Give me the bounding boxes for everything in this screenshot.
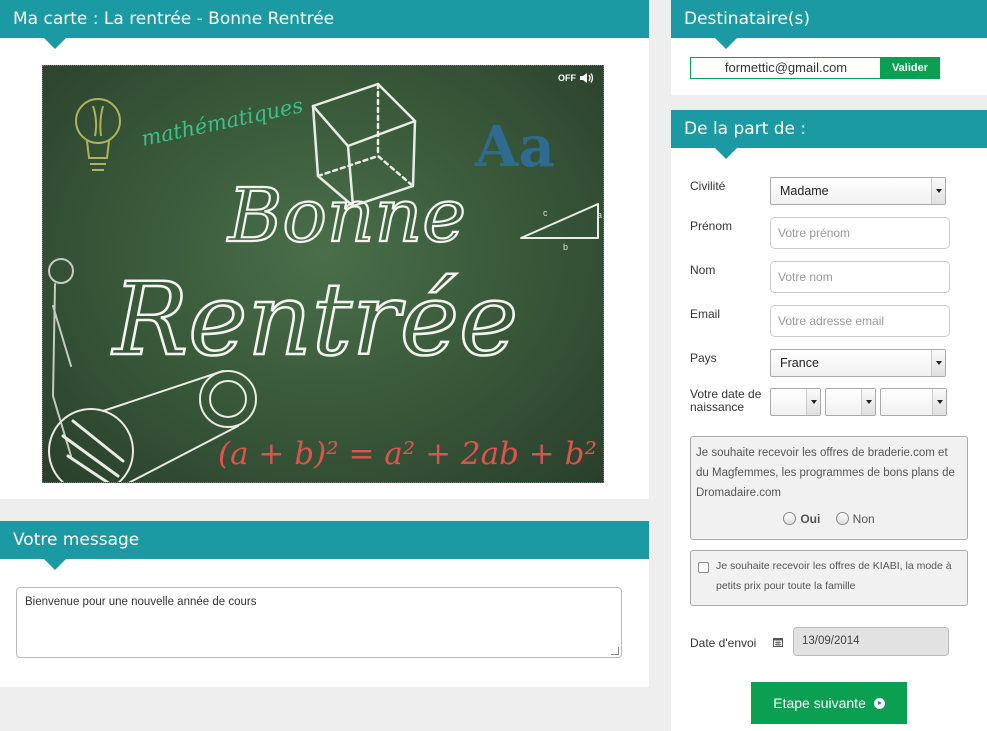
offers-yes-option[interactable]: Oui — [783, 512, 823, 526]
sound-off-label: OFF — [558, 73, 576, 83]
resize-grip-icon[interactable] — [611, 647, 619, 655]
birth-year-select[interactable] — [880, 388, 947, 416]
birthdate-label: Votre date de naissance — [690, 387, 762, 414]
offers-no-option[interactable]: Non — [835, 512, 875, 526]
aa-letters: Aa — [474, 114, 555, 180]
country-value: France — [780, 356, 819, 370]
civility-select[interactable]: Madame — [770, 177, 946, 205]
lightbulb-doodle — [75, 98, 121, 171]
card-panel: Ma carte : La rentrée - Bonne Rentrée Aa… — [0, 0, 649, 499]
send-date-label: Date d'envoi — [690, 636, 757, 650]
calendar-icon[interactable] — [773, 637, 783, 647]
chevron-down-icon — [931, 178, 945, 204]
recipients-panel: Destinataire(s) formettic@gmail.com Vali… — [671, 0, 987, 95]
lastname-input[interactable]: Votre nom — [770, 261, 950, 293]
message-text: Bienvenue pour une nouvelle année de cou… — [25, 596, 257, 608]
triangle-label-a: a — [597, 210, 602, 220]
card-header-title: Ma carte : La rentrée - Bonne Rentrée — [13, 9, 335, 29]
message-panel: Votre message Bienvenue pour une nouvell… — [0, 521, 649, 687]
civility-value: Madame — [780, 184, 829, 198]
header-arrow — [715, 148, 737, 159]
chevron-down-icon — [806, 389, 820, 415]
partner-offers-text: Je souhaite recevoir les offres de brade… — [696, 447, 955, 499]
sender-header: De la part de : — [671, 110, 987, 159]
chevron-down-icon — [861, 389, 875, 415]
triangle-label-c: c — [543, 208, 548, 218]
chalk-word-bonne: Bonne — [226, 173, 466, 259]
chevron-down-icon — [932, 389, 946, 415]
recipients-header-title: Destinataire(s) — [684, 9, 810, 29]
country-label: Pays — [690, 351, 717, 365]
stick-figure-doodle — [48, 258, 74, 457]
subject-word: mathématiques — [139, 93, 305, 151]
offers-no-label: Non — [852, 512, 875, 526]
sender-header-title: De la part de : — [684, 119, 807, 139]
header-arrow — [715, 38, 737, 49]
kiabi-offers-box: Je souhaite recevoir les offres de KIABI… — [690, 550, 968, 606]
birth-day-select[interactable] — [770, 388, 821, 416]
sender-panel: De la part de : Civilité Madame Prénom V… — [671, 110, 987, 731]
card-image[interactable]: Aa mathématiques c b a Bonne Rentrée (a … — [42, 65, 604, 483]
card-header: Ma carte : La rentrée - Bonne Rentrée — [0, 0, 649, 49]
kiabi-checkbox[interactable] — [698, 562, 709, 573]
sound-toggle[interactable]: OFF — [558, 72, 595, 84]
validate-button[interactable]: Valider — [880, 57, 940, 79]
triangle-label-b: b — [563, 242, 568, 252]
message-header: Votre message — [0, 521, 649, 570]
email-label: Email — [690, 307, 721, 321]
country-select[interactable]: France — [770, 349, 946, 377]
chalk-formula: (a + b)² = a² + 2ab + b² — [218, 436, 597, 472]
message-textarea[interactable]: Bienvenue pour une nouvelle année de cou… — [16, 587, 622, 658]
offers-radio-group: Oui Non — [696, 509, 962, 529]
kiabi-offers-text: Je souhaite recevoir les offres de KIABI… — [716, 560, 952, 592]
recipient-email-input[interactable]: formettic@gmail.com — [690, 57, 881, 79]
message-header-title: Votre message — [13, 530, 140, 550]
partner-offers-box: Je souhaite recevoir les offres de brade… — [690, 436, 968, 540]
next-step-label: Etape suivante — [773, 695, 866, 711]
civility-label: Civilité — [690, 179, 726, 193]
chalkboard-drawing: Aa mathématiques c b a Bonne Rentrée (a … — [48, 82, 602, 482]
header-arrow — [44, 38, 66, 49]
arrow-right-circle-icon — [873, 698, 885, 709]
birth-month-select[interactable] — [825, 388, 876, 416]
next-step-button[interactable]: Etape suivante — [751, 682, 907, 724]
send-date-input[interactable]: 13/09/2014 — [793, 627, 949, 656]
speaker-icon — [580, 73, 594, 83]
triangle-doodle — [520, 203, 599, 239]
lastname-label: Nom — [690, 263, 716, 277]
radio-yes[interactable] — [783, 512, 797, 525]
recipients-header: Destinataire(s) — [671, 0, 987, 49]
radio-no[interactable] — [835, 512, 849, 525]
chevron-down-icon — [931, 350, 945, 376]
header-arrow — [44, 559, 66, 570]
sender-email-input[interactable]: Votre adresse email — [770, 305, 950, 337]
chalk-word-rentree: Rentrée — [111, 261, 518, 378]
firstname-input[interactable]: Votre prénom — [770, 217, 950, 249]
offers-yes-label: Oui — [800, 512, 821, 526]
firstname-label: Prénom — [690, 219, 733, 233]
